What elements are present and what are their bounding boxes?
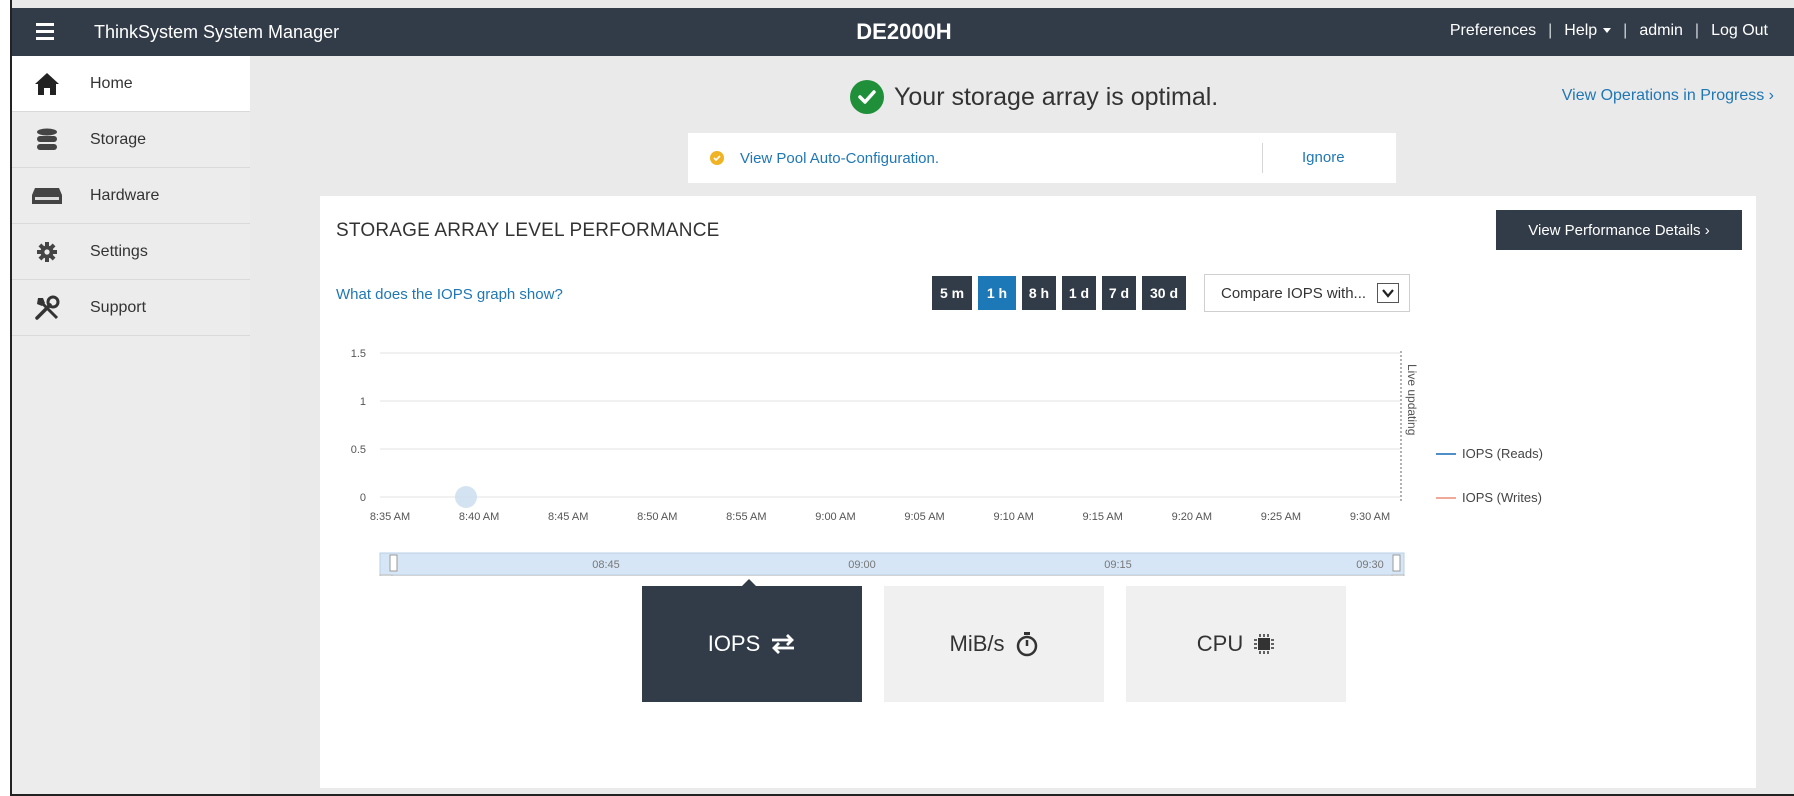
- tab-cpu[interactable]: CPU: [1126, 586, 1346, 702]
- view-pool-auto-config-link[interactable]: View Pool Auto-Configuration.: [740, 150, 939, 167]
- y-tick-label: 1: [360, 396, 366, 408]
- navigator-tick-label: 09:00: [848, 559, 876, 571]
- tab-label: MiB/s: [949, 631, 1005, 656]
- view-operations-link[interactable]: View Operations in Progress ›: [1562, 87, 1774, 105]
- storage-icon: [30, 127, 64, 153]
- divider: [1262, 143, 1263, 173]
- x-tick-label: 9:10 AM: [993, 511, 1033, 523]
- x-tick-label: 8:55 AM: [726, 511, 766, 523]
- separator: |: [1548, 22, 1553, 39]
- sidebar-item-hardware[interactable]: Hardware: [12, 168, 250, 224]
- metric-tabs: IOPS MiB/s CPU: [642, 579, 1368, 702]
- help-menu[interactable]: Help: [1564, 22, 1612, 40]
- preferences-link[interactable]: Preferences: [1450, 22, 1536, 40]
- navigator-handle-right: [1392, 554, 1401, 572]
- y-tick-label: 0: [360, 492, 366, 504]
- cpu-chip-icon: [1253, 633, 1275, 655]
- iops-chart: 1.5 1 0.5 0 8:35 AM 8:40 AM 8:45 AM 8:50 AM 8:55…: [351, 348, 1543, 576]
- legend-label: IOPS (Reads): [1462, 446, 1543, 461]
- legend-label: IOPS (Writes): [1462, 490, 1542, 505]
- tab-label: CPU: [1196, 631, 1244, 656]
- top-links: Preferences | Help | admin | Log Out: [1450, 22, 1768, 40]
- swap-arrows-icon: [770, 634, 796, 654]
- live-updating-label: Live updating: [1405, 364, 1419, 435]
- navigator-tick-label: 09:15: [1104, 559, 1132, 571]
- status-message: Your storage array is optimal.: [850, 80, 1218, 114]
- main-content: Your storage array is optimal. View Oper…: [250, 56, 1794, 794]
- sidebar-item-storage[interactable]: Storage: [12, 112, 250, 168]
- hardware-icon: [30, 183, 64, 209]
- tab-iops[interactable]: IOPS: [642, 579, 862, 702]
- performance-panel: STORAGE ARRAY LEVEL PERFORMANCE View Per…: [320, 196, 1756, 788]
- menu-icon[interactable]: [36, 23, 54, 40]
- y-tick-label: 0.5: [351, 444, 366, 456]
- lightbulb-icon: [710, 151, 724, 165]
- tab-label: IOPS: [707, 631, 761, 656]
- x-tick-label: 9:20 AM: [1172, 511, 1212, 523]
- gear-icon: [30, 239, 64, 265]
- tab-mibs[interactable]: MiB/s: [884, 586, 1104, 702]
- auto-config-notice: View Pool Auto-Configuration. Ignore: [688, 133, 1396, 183]
- x-tick-label: 8:35 AM: [370, 511, 410, 523]
- x-tick-label: 9:30 AM: [1350, 511, 1390, 523]
- app-title: ThinkSystem System Manager: [94, 22, 340, 42]
- navigator-window: [379, 552, 1405, 576]
- sidebar-item-label: Storage: [90, 130, 147, 148]
- separator: |: [1694, 22, 1700, 39]
- y-tick-label: 1.5: [351, 348, 366, 360]
- sidebar-item-label: Settings: [90, 242, 148, 260]
- top-bar: ThinkSystem System Manager DE2000H Prefe…: [12, 8, 1794, 56]
- scroll-left-button: [379, 574, 393, 576]
- x-tick-label: 8:40 AM: [459, 511, 499, 523]
- x-tick-label: 9:15 AM: [1083, 511, 1123, 523]
- navigator-handle-left: [389, 554, 398, 572]
- sidebar-item-label: Support: [90, 298, 147, 316]
- help-label: Help: [1564, 22, 1598, 39]
- sidebar-item-label: Home: [90, 74, 133, 92]
- scroll-right-button: [1391, 574, 1405, 576]
- sidebar: Home Storage Hardware Settings Support: [12, 56, 250, 794]
- x-tick-label: 9:00 AM: [815, 511, 855, 523]
- ignore-link[interactable]: Ignore: [1302, 149, 1345, 166]
- x-tick-label: 8:45 AM: [548, 511, 588, 523]
- sidebar-item-support[interactable]: Support: [12, 280, 250, 336]
- x-tick-label: 9:05 AM: [904, 511, 944, 523]
- navigator-tick-label: 09:30: [1356, 559, 1384, 571]
- logout-link[interactable]: Log Out: [1711, 22, 1768, 40]
- sidebar-item-home[interactable]: Home: [12, 56, 250, 112]
- user-menu[interactable]: admin: [1639, 22, 1683, 40]
- x-tick-label: 8:50 AM: [637, 511, 677, 523]
- status-text: Your storage array is optimal.: [894, 82, 1219, 111]
- navigator-tick-label: 08:45: [592, 559, 620, 571]
- check-circle-icon: [850, 80, 884, 114]
- stopwatch-icon: [1015, 631, 1039, 657]
- app-frame: ThinkSystem System Manager DE2000H Prefe…: [10, 0, 1794, 796]
- x-tick-label: 9:25 AM: [1261, 511, 1301, 523]
- sidebar-item-label: Hardware: [90, 186, 160, 204]
- data-point-marker: [455, 486, 477, 508]
- scrollbar-track: [380, 575, 1404, 576]
- chevron-down-icon: [1603, 28, 1612, 34]
- home-icon: [30, 71, 64, 97]
- tools-icon: [30, 295, 64, 321]
- sidebar-item-settings[interactable]: Settings: [12, 224, 250, 280]
- separator: |: [1623, 22, 1628, 39]
